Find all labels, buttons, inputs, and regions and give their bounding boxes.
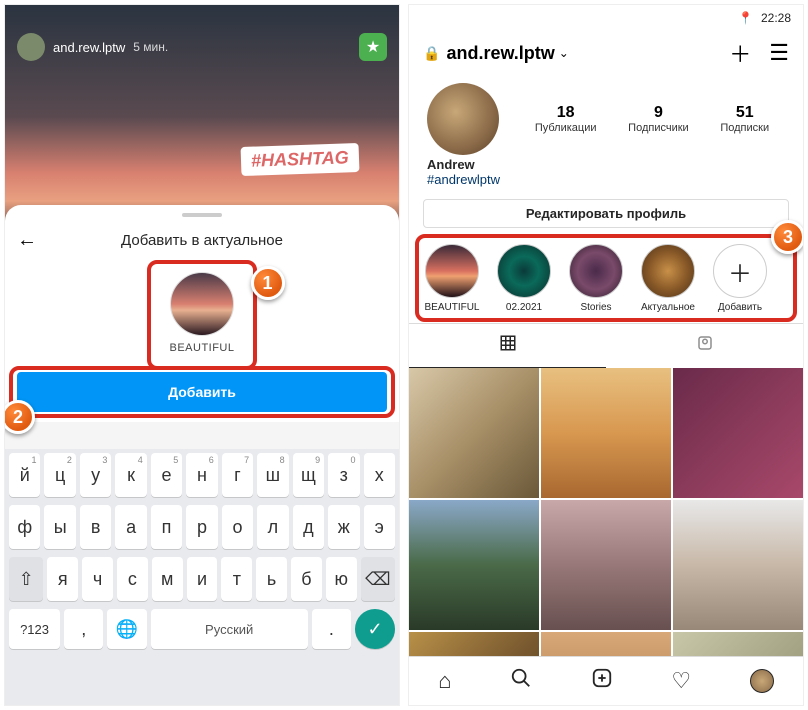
key-ц[interactable]: ц2 xyxy=(44,453,75,497)
key-о[interactable]: о xyxy=(222,505,253,549)
highlight-add[interactable]: ＋Добавить xyxy=(711,244,769,313)
stat-following[interactable]: 51 Подписки xyxy=(720,104,769,134)
post-thumbnail[interactable] xyxy=(541,500,671,630)
nav-search-icon[interactable] xyxy=(510,667,532,695)
post-thumbnail[interactable] xyxy=(409,368,539,498)
stat-posts[interactable]: 18 Публикации xyxy=(535,104,597,134)
post-thumbnail[interactable] xyxy=(673,500,803,630)
comma-key[interactable]: , xyxy=(64,609,103,649)
menu-burger-icon[interactable]: ☰ xyxy=(769,40,789,66)
symbols-key[interactable]: ?123 xyxy=(9,609,60,649)
key-я[interactable]: я xyxy=(47,557,78,601)
key-х[interactable]: х xyxy=(364,453,395,497)
key-к[interactable]: к4 xyxy=(115,453,146,497)
key-ш[interactable]: ш8 xyxy=(257,453,288,497)
highlight-name-input[interactable]: BEAUTIFUL xyxy=(169,342,234,354)
profile-header: 🔒 and.rew.lptw ⌄ ＋ ☰ xyxy=(409,31,803,75)
key-м[interactable]: м xyxy=(152,557,183,601)
highlight-02-2021[interactable]: 02.2021 xyxy=(495,244,553,313)
key-ф[interactable]: ф xyxy=(9,505,40,549)
key-й[interactable]: й1 xyxy=(9,453,40,497)
enter-key[interactable]: ✓ xyxy=(355,609,395,649)
profile-stats: 18 Публикации 9 Подписчики 51 Подписки xyxy=(519,104,785,134)
sheet-drag-handle[interactable] xyxy=(182,213,222,217)
profile-bio: Andrew #andrewlptw xyxy=(409,157,803,193)
key-р[interactable]: р xyxy=(186,505,217,549)
highlight-actual[interactable]: Актуальное xyxy=(639,244,697,313)
callout-badge-3: 3 xyxy=(771,220,804,254)
profile-tabs xyxy=(409,323,803,368)
period-key[interactable]: . xyxy=(312,609,351,649)
space-key[interactable]: Русский xyxy=(151,609,308,649)
post-thumbnail[interactable] xyxy=(409,500,539,630)
key-ж[interactable]: ж xyxy=(328,505,359,549)
key-н[interactable]: н6 xyxy=(186,453,217,497)
chevron-down-icon[interactable]: ⌄ xyxy=(559,46,569,60)
key-л[interactable]: л xyxy=(257,505,288,549)
edit-profile-button[interactable]: Редактировать профиль xyxy=(423,199,789,228)
nav-create-icon[interactable] xyxy=(591,667,613,695)
story-avatar[interactable] xyxy=(17,33,45,61)
status-bar: 📍 22:28 xyxy=(409,5,803,31)
status-time: 22:28 xyxy=(761,11,791,25)
key-б[interactable]: б xyxy=(291,557,322,601)
key-ы[interactable]: ы xyxy=(44,505,75,549)
highlight-stories[interactable]: Stories xyxy=(567,244,625,313)
post-thumbnail[interactable] xyxy=(673,368,803,498)
key-ч[interactable]: ч xyxy=(82,557,113,601)
shift-key[interactable]: ⇧ xyxy=(9,557,43,601)
highlight-beautiful[interactable]: BEAUTIFUL xyxy=(423,244,481,313)
key-у[interactable]: у3 xyxy=(80,453,111,497)
bio-link[interactable]: #andrewlptw xyxy=(427,172,785,187)
tab-grid[interactable] xyxy=(409,324,606,368)
keyboard-suggestions[interactable] xyxy=(5,422,399,449)
stat-followers[interactable]: 9 Подписчики xyxy=(628,104,689,134)
tagged-icon xyxy=(696,334,714,352)
add-to-highlight-sheet: ← Добавить в актуальное BEAUTIFUL 1 Доба… xyxy=(5,205,399,705)
add-button[interactable]: Добавить xyxy=(17,372,387,412)
key-э[interactable]: э xyxy=(364,505,395,549)
key-г[interactable]: г7 xyxy=(222,453,253,497)
key-с[interactable]: с xyxy=(117,557,148,601)
phone-right: 📍 22:28 🔒 and.rew.lptw ⌄ ＋ ☰ 18 Публикац… xyxy=(408,4,804,706)
key-и[interactable]: и xyxy=(187,557,218,601)
post-thumbnail[interactable] xyxy=(541,368,671,498)
location-icon: 📍 xyxy=(738,11,753,25)
highlight-cover[interactable] xyxy=(170,272,234,336)
sheet-title: Добавить в актуальное xyxy=(17,232,387,249)
bio-name: Andrew xyxy=(427,157,785,172)
key-е[interactable]: е5 xyxy=(151,453,182,497)
key-ь[interactable]: ь xyxy=(256,557,287,601)
story-username[interactable]: and.rew.lptw xyxy=(53,40,125,55)
hashtag-sticker[interactable]: #HASHTAG xyxy=(241,143,360,176)
key-з[interactable]: з0 xyxy=(328,453,359,497)
nav-activity-icon[interactable]: ♡ xyxy=(671,668,691,694)
language-key[interactable]: 🌐 xyxy=(107,609,146,649)
key-в[interactable]: в xyxy=(80,505,111,549)
story-time: 5 мин. xyxy=(133,40,168,54)
lock-icon: 🔒 xyxy=(423,45,440,62)
key-а[interactable]: а xyxy=(115,505,146,549)
story-header: and.rew.lptw 5 мин. xyxy=(5,33,399,61)
key-ю[interactable]: ю xyxy=(326,557,357,601)
create-plus-icon[interactable]: ＋ xyxy=(729,37,751,69)
highlights-tray: BEAUTIFUL 02.2021 Stories Актуальное ＋До… xyxy=(409,234,803,317)
backspace-key[interactable]: ⌫ xyxy=(361,557,395,601)
bottom-nav: ⌂ ♡ xyxy=(409,656,803,705)
highlight-cover-group: BEAUTIFUL 1 xyxy=(169,272,234,354)
phone-left: and.rew.lptw 5 мин. ★ #HASHTAG ← Добавит… xyxy=(4,4,400,706)
key-п[interactable]: п xyxy=(151,505,182,549)
key-щ[interactable]: щ9 xyxy=(293,453,324,497)
close-friends-star-icon[interactable]: ★ xyxy=(359,33,387,61)
keyboard: й1ц2у3к4е5н6г7ш8щ9з0х фывапролджэ ⇧ ячсм… xyxy=(5,449,399,705)
nav-home-icon[interactable]: ⌂ xyxy=(438,668,451,694)
profile-username[interactable]: and.rew.lptw xyxy=(446,43,554,64)
key-д[interactable]: д xyxy=(293,505,324,549)
callout-badge-1: 1 xyxy=(251,266,285,300)
profile-avatar[interactable] xyxy=(427,83,499,155)
nav-profile-avatar[interactable] xyxy=(750,669,774,693)
tab-tagged[interactable] xyxy=(606,324,803,368)
key-т[interactable]: т xyxy=(221,557,252,601)
grid-icon xyxy=(499,334,517,352)
